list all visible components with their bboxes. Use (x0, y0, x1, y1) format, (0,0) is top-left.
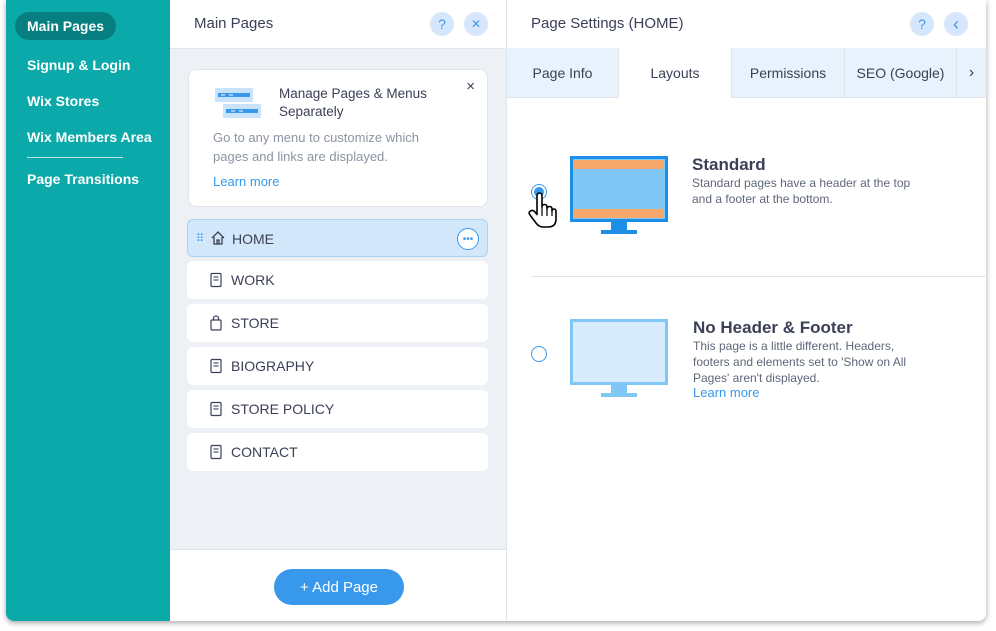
page-item-contact[interactable]: CONTACT (187, 433, 488, 471)
close-button[interactable]: ✕ (464, 12, 488, 36)
page-label: WORK (231, 272, 275, 288)
page-item-store-policy[interactable]: STORE POLICY (187, 390, 488, 428)
pages-panel-header: Main Pages ? ✕ (170, 0, 506, 49)
nav-item-main-pages[interactable]: Main Pages (15, 12, 117, 40)
card-learn-more-link[interactable]: Learn more (213, 174, 279, 189)
standard-layout-monitor-icon (570, 156, 668, 234)
page-item-store[interactable]: STORE (187, 304, 488, 342)
card-close-icon[interactable]: × (466, 78, 475, 95)
page-icon (210, 401, 222, 417)
page-item-biography[interactable]: BIOGRAPHY (187, 347, 488, 385)
pages-panel-title: Main Pages (194, 15, 274, 32)
page-icon (210, 272, 222, 288)
page-label: CONTACT (231, 444, 298, 460)
tab-layouts[interactable]: Layouts (619, 48, 732, 98)
tab-seo[interactable]: SEO (Google) (845, 48, 957, 97)
layout-divider (531, 276, 986, 277)
add-page-button[interactable]: + Add Page (274, 569, 404, 605)
card-title: Manage Pages & Menus Separately (279, 86, 427, 119)
app-window: Main Pages Signup & Login Wix Stores Wix… (6, 0, 986, 621)
settings-panel-title: Page Settings (HOME) (531, 15, 684, 32)
no-header-footer-monitor-icon (570, 319, 668, 397)
layout-no-header-footer-radio[interactable] (531, 346, 547, 362)
home-icon (211, 231, 225, 245)
layout-no-header-footer-title: No Header & Footer (693, 318, 853, 337)
drag-handle-icon[interactable]: ⠿ (196, 232, 204, 245)
settings-panel-header: Page Settings (HOME) ? ‹ (507, 0, 986, 49)
page-settings-panel: Page Settings (HOME) ? ‹ Page Info Layou… (507, 0, 986, 621)
pages-panel: Main Pages ? ✕ Manage Pages & Menus Sepa… (170, 0, 507, 621)
page-icon (210, 444, 222, 460)
pages-panel-footer: + Add Page (170, 549, 506, 621)
layout-no-header-footer-desc: This page is a little different. Headers… (693, 339, 907, 385)
more-tabs-arrow-icon[interactable]: › (957, 48, 986, 97)
layout-learn-more-link[interactable]: Learn more (693, 385, 759, 400)
page-label: STORE (231, 315, 279, 331)
menus-illustration-icon (215, 88, 261, 118)
nav-item-signup-login[interactable]: Signup & Login (27, 57, 130, 73)
nav-item-members-area[interactable]: Wix Members Area (27, 129, 152, 145)
tab-page-info[interactable]: Page Info (507, 48, 619, 97)
hand-pointer-icon (528, 192, 557, 228)
more-actions-button[interactable]: ••• (457, 228, 479, 250)
manage-menus-card: Manage Pages & Menus Separately × Go to … (188, 69, 488, 207)
help-button[interactable]: ? (910, 12, 934, 36)
nav-divider (27, 157, 123, 158)
page-label: STORE POLICY (231, 401, 335, 417)
nav-item-wix-stores[interactable]: Wix Stores (27, 93, 99, 109)
page-label: HOME (232, 231, 274, 247)
page-item-home[interactable]: ⠿ HOME ••• (187, 219, 488, 257)
settings-tabs: Page Info Layouts Permissions SEO (Googl… (507, 48, 986, 98)
help-button[interactable]: ? (430, 12, 454, 36)
tab-permissions[interactable]: Permissions (732, 48, 845, 97)
shopping-bag-icon (210, 315, 222, 331)
nav-item-page-transitions[interactable]: Page Transitions (27, 171, 139, 187)
card-text: Go to any menu to customize which pages … (213, 130, 419, 164)
page-item-work[interactable]: WORK (187, 261, 488, 299)
page-label: BIOGRAPHY (231, 358, 315, 374)
page-icon (210, 358, 222, 374)
left-nav: Main Pages Signup & Login Wix Stores Wix… (6, 0, 170, 621)
layout-standard-title: Standard (692, 155, 766, 174)
back-button[interactable]: ‹ (944, 12, 968, 36)
layout-standard-desc: Standard pages have a header at the top … (692, 176, 911, 206)
